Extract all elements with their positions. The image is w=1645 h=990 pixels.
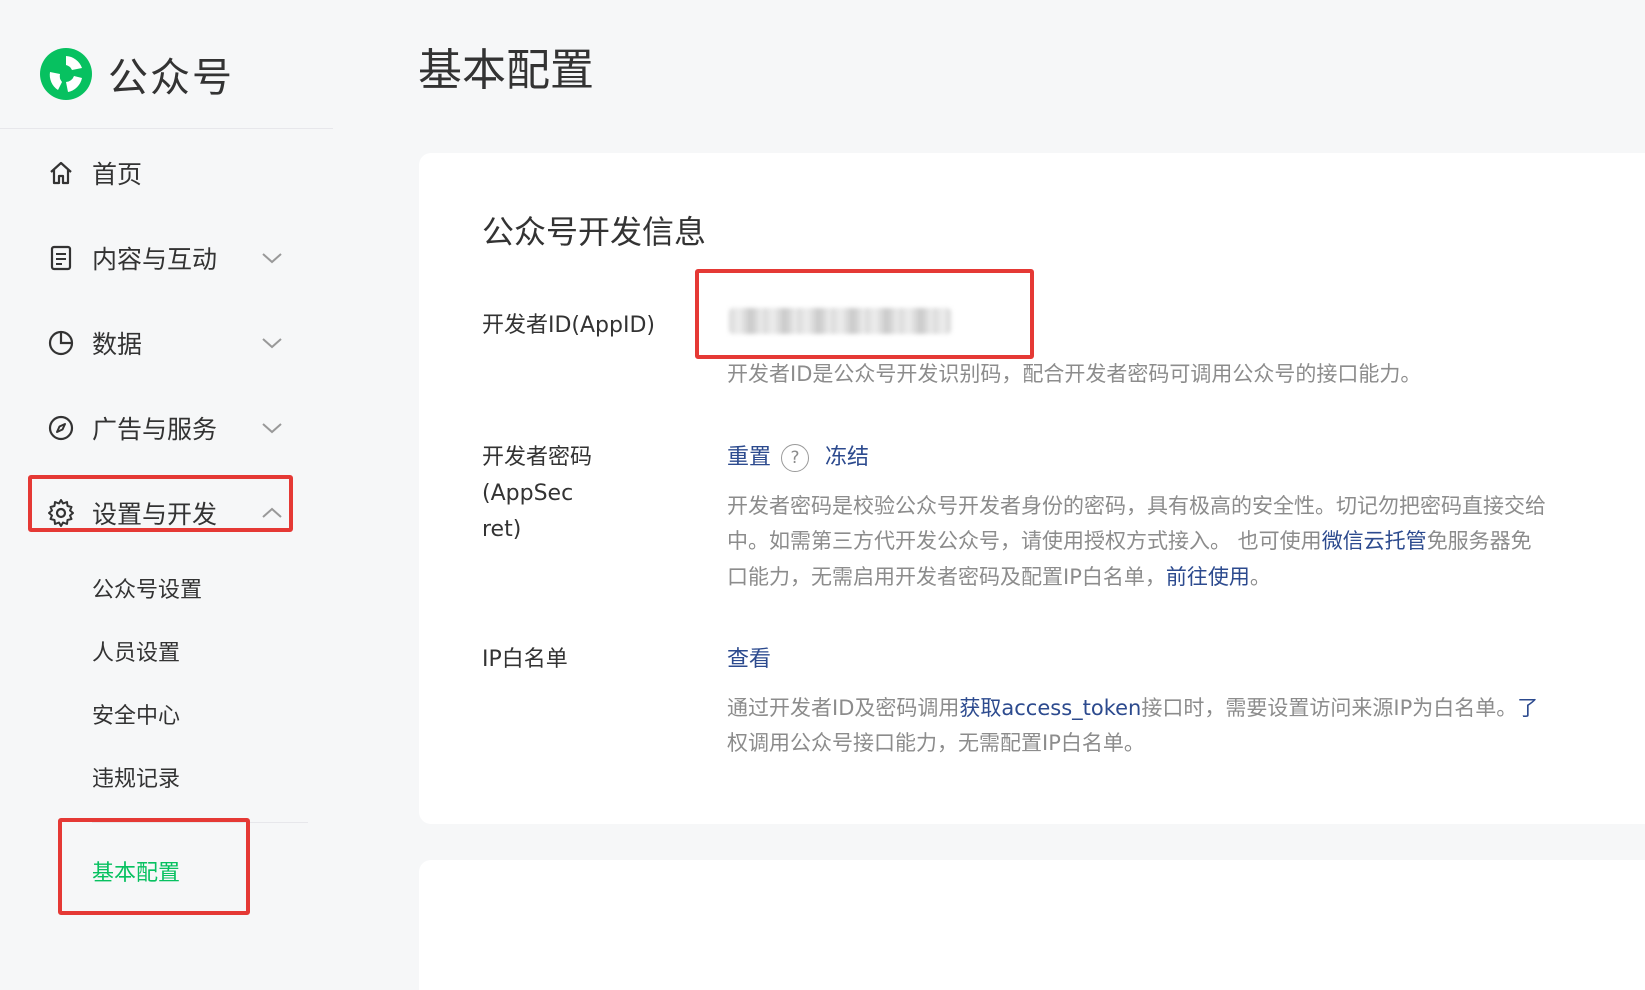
reset-secret-link[interactable]: 重置: [727, 445, 771, 470]
chevron-up-icon[interactable]: [261, 506, 283, 520]
appsecret-label-line2: ret): [482, 517, 522, 542]
desc-text: 接口时，需要设置访问来源IP为白名单。: [1141, 696, 1518, 720]
desc-text: 口能力，无需启用开发者密码及配置IP白名单，: [727, 565, 1166, 589]
appsecret-actions: 重置? 冻结: [727, 440, 869, 476]
freeze-secret-link[interactable]: 冻结: [825, 445, 869, 470]
get-access-token-link[interactable]: 获取access_token: [959, 696, 1141, 720]
chevron-down-icon[interactable]: [261, 421, 283, 435]
sidebar-item-data[interactable]: 数据: [46, 320, 291, 366]
go-use-link[interactable]: 前往使用: [1166, 565, 1250, 589]
desc-text: 通过开发者ID及密码调用: [727, 696, 960, 720]
desc-text: 免服务器免: [1426, 529, 1532, 553]
brand-name: 公众号: [108, 55, 234, 101]
document-icon: [46, 243, 76, 273]
brand-divider: [0, 128, 333, 129]
sidebar-item-label: 内容与互动: [92, 245, 218, 274]
appsecret-description-line1: 开发者密码是校验公众号开发者身份的密码，具有极高的安全性。切记勿把密码直接交给: [727, 494, 1546, 518]
appsecret-label-line1: 开发者密码(AppSec: [482, 445, 593, 506]
sidebar-item-label: 广告与服务: [92, 415, 218, 444]
pie-chart-icon: [46, 328, 76, 358]
gear-icon: [46, 498, 76, 528]
view-whitelist-link[interactable]: 查看: [727, 647, 771, 672]
ip-whitelist-label: IP白名单: [482, 647, 568, 672]
compass-icon: [46, 413, 76, 443]
ip-whitelist-description-line1: 通过开发者ID及密码调用获取access_token接口时，需要设置访问来源IP…: [727, 690, 1645, 726]
sidebar-subitem-basic-config[interactable]: 基本配置: [92, 855, 180, 887]
ip-whitelist-description-line2: 权调用公众号接口能力，无需配置IP白名单。: [727, 731, 1145, 755]
wechat-cloud-hosting-link[interactable]: 微信云托管: [1322, 529, 1427, 553]
brand[interactable]: 公众号: [38, 44, 234, 104]
sidebar-item-label: 设置与开发: [92, 500, 218, 529]
sidebar-subitem-account-settings[interactable]: 公众号设置: [92, 572, 202, 604]
learn-more-link[interactable]: 了: [1517, 696, 1538, 720]
help-circle-icon[interactable]: ?: [781, 444, 810, 472]
ip-whitelist-actions: 查看: [727, 642, 771, 678]
chevron-down-icon[interactable]: [261, 251, 283, 265]
chevron-down-icon[interactable]: [261, 336, 283, 350]
appsecret-description-line2: 中。如需第三方代开发公众号，请使用授权方式接入。 也可使用微信云托管免服务器免: [727, 523, 1645, 559]
sidebar-item-settings-dev[interactable]: 设置与开发: [46, 490, 291, 536]
sidebar-subitem-violation-records[interactable]: 违规记录: [92, 761, 180, 793]
appsecret-label: 开发者密码(AppSec ret): [482, 440, 682, 548]
sidebar-subitem-member-settings[interactable]: 人员设置: [92, 635, 180, 667]
sidebar-item-ads-services[interactable]: 广告与服务: [46, 405, 291, 451]
secondary-card: [419, 860, 1645, 990]
sidebar-item-content[interactable]: 内容与互动: [46, 235, 291, 281]
appid-value-redacted: [729, 308, 951, 334]
section-title: 公众号开发信息: [482, 213, 707, 251]
page-title: 基本配置: [418, 45, 594, 96]
home-icon: [46, 158, 76, 188]
sidebar-item-home[interactable]: 首页: [46, 150, 291, 196]
desc-text: 。: [1249, 565, 1271, 589]
desc-text: 中。如需第三方代开发公众号，请使用授权方式接入。 也可使用: [727, 529, 1322, 553]
appid-label: 开发者ID(AppID): [482, 313, 656, 338]
sidebar-item-label: 首页: [92, 160, 143, 189]
sidebar-subitem-security-center[interactable]: 安全中心: [92, 698, 180, 730]
sidebar-sub-divider: [92, 822, 308, 823]
sidebar-item-label: 数据: [92, 330, 143, 359]
appsecret-description-line3: 口能力，无需启用开发者密码及配置IP白名单，前往使用。: [727, 559, 1645, 595]
wechat-official-logo-icon: [40, 48, 92, 100]
sidebar: 公众号 首页 内容与互动 数据 广告与服务 设置与开发 公众号设置 人员设置 安…: [0, 0, 333, 969]
appid-description: 开发者ID是公众号开发识别码，配合开发者密码可调用公众号的接口能力。: [727, 362, 1422, 386]
